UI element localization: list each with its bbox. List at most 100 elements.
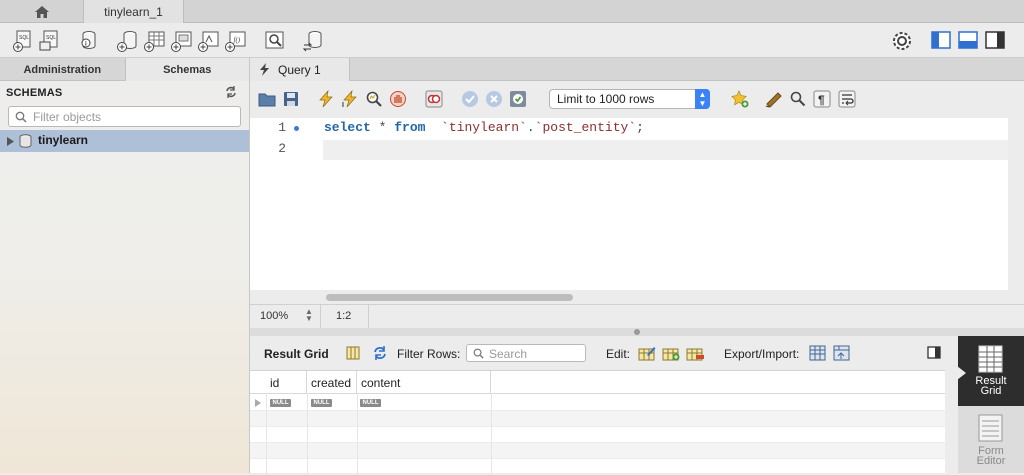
settings-icon[interactable]: [891, 30, 913, 52]
open-file-icon[interactable]: [258, 90, 276, 108]
tab-schemas[interactable]: Schemas: [124, 58, 249, 81]
stop-icon[interactable]: [389, 90, 407, 108]
refresh-results-icon[interactable]: [372, 346, 388, 360]
refresh-icon[interactable]: [224, 86, 238, 98]
create-procedure-icon[interactable]: [197, 29, 221, 53]
toggle-output-icon[interactable]: [958, 31, 978, 49]
code-dot: .: [526, 120, 535, 135]
header-divider: [250, 393, 945, 394]
commit-icon[interactable]: [461, 90, 479, 108]
schema-inspector-icon[interactable]: i: [77, 29, 101, 53]
empty-row: [250, 427, 945, 443]
result-grid-view-button[interactable]: Result Grid: [957, 336, 1024, 406]
select-stepper-icon: ▲ ▼: [695, 89, 710, 109]
save-icon[interactable]: [282, 90, 300, 108]
execute-icon[interactable]: [317, 90, 335, 108]
editor-right-gutter: [1008, 118, 1024, 304]
result-grid-title: Result Grid: [264, 347, 329, 361]
column-divider: [307, 393, 308, 474]
keyword-select: select: [324, 120, 371, 135]
form-editor-view-button[interactable]: Form Editor: [958, 406, 1024, 473]
code-semicolon: ;: [636, 120, 644, 135]
search-placeholder: Search: [489, 347, 528, 361]
execute-current-statement-icon[interactable]: I: [341, 90, 359, 108]
find-replace-icon[interactable]: [789, 90, 807, 108]
divider: [320, 305, 321, 329]
toggle-word-wrap-icon[interactable]: [838, 90, 856, 108]
toggle-secondary-sidebar-icon[interactable]: [985, 31, 1005, 49]
table-row[interactable]: NULL NULL NULL: [250, 395, 945, 411]
toggle-continue-on-error-icon[interactable]: [425, 90, 443, 108]
tab-administration[interactable]: Administration: [0, 58, 125, 81]
result-grid[interactable]: id created content NULL NULL NULL: [250, 370, 945, 475]
result-grid-view-label: Result Grid: [958, 376, 1024, 397]
edit-row-icon[interactable]: [638, 345, 656, 361]
zoom-stepper-icon[interactable]: ▲ ▼: [305, 308, 317, 324]
connection-tab[interactable]: tinylearn_1: [84, 0, 184, 23]
toggle-invisible-characters-icon[interactable]: ¶: [813, 90, 831, 108]
sql-editor[interactable]: 1 2 select * from `tinylearn`.`post_enti…: [250, 118, 1008, 290]
expand-arrow-icon[interactable]: [7, 137, 14, 146]
home-tab[interactable]: [0, 0, 84, 23]
result-grid-icon: [978, 345, 1003, 373]
column-header-id[interactable]: id: [266, 371, 307, 393]
create-table-icon[interactable]: [143, 29, 167, 53]
null-cell[interactable]: NULL: [360, 399, 381, 407]
home-icon: [34, 5, 49, 18]
create-schema-icon[interactable]: [116, 29, 140, 53]
open-sql-script-icon[interactable]: SQL: [39, 29, 63, 53]
code-operator: *: [370, 120, 395, 135]
create-view-icon[interactable]: [170, 29, 194, 53]
search-table-data-icon[interactable]: [263, 29, 287, 53]
column-divider: [266, 393, 267, 474]
limit-rows-select[interactable]: Limit to 1000 rows ▲ ▼: [549, 89, 710, 109]
autocommit-icon[interactable]: [509, 90, 527, 108]
result-side-panel: Result Grid Form Editor: [957, 336, 1024, 473]
cursor-position: 1:2: [336, 310, 352, 322]
delete-row-icon[interactable]: [686, 345, 704, 361]
filter-rows-input[interactable]: Search: [466, 344, 586, 362]
beautify-icon[interactable]: [765, 90, 783, 108]
schema-tree-item-tinylearn[interactable]: tinylearn: [0, 130, 249, 152]
lightning-icon: [260, 63, 269, 76]
column-header-content[interactable]: content: [357, 371, 491, 393]
schema-name: tinylearn: [38, 133, 89, 147]
reconnect-icon[interactable]: [301, 29, 325, 53]
toggle-sidebar-icon[interactable]: [931, 31, 951, 49]
code-table-identifier: `post_entity`: [534, 120, 637, 135]
rollback-icon[interactable]: [485, 90, 503, 108]
filter-objects-input[interactable]: Filter objects: [8, 106, 241, 127]
toggle-results-panel-icon[interactable]: [927, 346, 941, 359]
editor-toolbar: I Limit to 1000 rows ▲ ▼ ¶: [250, 81, 1024, 118]
toggle-columns-icon[interactable]: [346, 346, 360, 360]
zoom-level[interactable]: 100%: [260, 310, 288, 322]
column-divider: [491, 393, 492, 474]
svg-text:f(): f(): [234, 36, 241, 44]
splitter-handle-icon[interactable]: [634, 329, 640, 335]
tab-query-1[interactable]: Query 1: [250, 58, 350, 81]
add-snippet-icon[interactable]: [731, 90, 749, 108]
null-cell[interactable]: NULL: [270, 399, 291, 407]
column-divider: [357, 393, 358, 474]
query-tab-label: Query 1: [278, 62, 321, 77]
export-icon[interactable]: [809, 345, 826, 361]
svg-text:SQL: SQL: [46, 35, 56, 41]
import-icon[interactable]: [833, 345, 850, 361]
grid-right-margin: [945, 370, 958, 473]
column-header-created[interactable]: created: [307, 371, 357, 393]
line-number: 2: [278, 141, 286, 156]
schemas-title: SCHEMAS: [6, 87, 63, 99]
add-row-icon[interactable]: [662, 345, 680, 361]
navigator-tabs: Administration Schemas: [0, 58, 249, 81]
new-sql-tab-icon[interactable]: SQL: [12, 29, 36, 53]
code-schema-identifier: `tinylearn`: [441, 120, 527, 135]
keyword-from: from: [394, 120, 426, 135]
svg-text:SQL: SQL: [19, 35, 29, 41]
null-cell[interactable]: NULL: [311, 399, 332, 407]
explain-icon[interactable]: [365, 90, 383, 108]
code-line-1[interactable]: select * from `tinylearn`.`post_entity`;: [324, 120, 644, 135]
create-function-icon[interactable]: f(): [224, 29, 248, 53]
svg-text:¶: ¶: [818, 93, 825, 107]
edit-label: Edit:: [606, 347, 631, 361]
horizontal-scrollbar[interactable]: [326, 294, 573, 301]
